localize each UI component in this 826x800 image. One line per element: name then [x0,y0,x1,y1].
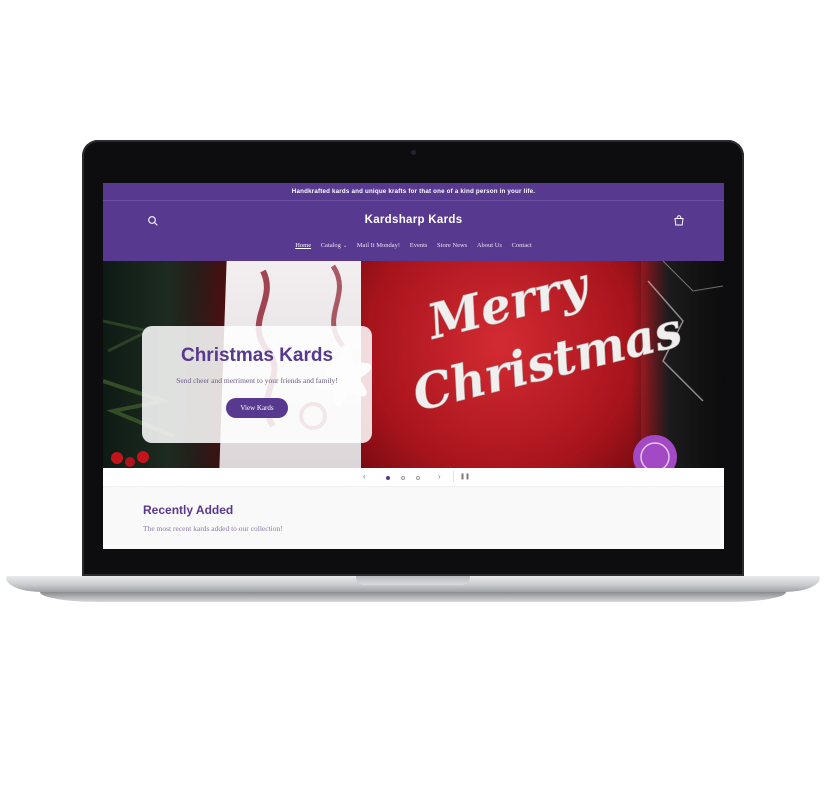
nav-item-store-news[interactable]: Store News [437,242,467,249]
slider-divider [453,471,454,482]
cart-button[interactable] [673,214,685,226]
recently-added-heading: Recently Added [143,503,234,517]
nav-item-contact[interactable]: Contact [512,242,532,249]
site-title[interactable]: Kardsharp Kards [103,214,724,226]
pause-icon[interactable]: ❚❚ [460,471,470,483]
cart-icon [674,215,684,226]
nav-item-mail-it-monday[interactable]: Mail It Monday! [357,242,400,249]
slider-controls: ‹ › ❚❚ [103,468,724,487]
announcement-bar: Handkrafted kards and unique krafts for … [103,183,724,201]
chevron-down-icon: ⌄ [342,244,348,249]
recently-added-subtext: The most recent kards added to our colle… [143,524,283,533]
chevron-left-icon[interactable]: ‹ [363,471,366,483]
laptop-notch [356,576,470,585]
view-kards-button[interactable]: View Kards [226,398,288,418]
announcement-text: Handkrafted kards and unique krafts for … [291,188,536,195]
laptop-screen: Handkrafted kards and unique krafts for … [103,183,724,549]
nav-item-catalog[interactable]: Catalog ⌄ [321,242,347,249]
nav-item-home[interactable]: Home [295,242,311,249]
site-header: Kardsharp Kards Home Catalog ⌄ Mail It Mo… [103,201,724,261]
hero-slideshow: Merry Christmas Christmas Kards Send che… [103,261,724,468]
nav-item-catalog-label: Catalog [320,242,341,249]
nav-item-events[interactable]: Events [410,242,428,249]
main-nav: Home Catalog ⌄ Mail It Monday! Events Sto… [103,242,724,249]
recently-added-section: Recently Added The most recent kards add… [103,487,724,549]
hero-subtext: Send cheer and merriment to your friends… [176,376,338,385]
hero-heading: Christmas Kards [180,345,334,366]
chevron-right-icon[interactable]: › [438,471,441,483]
slide-dot-3[interactable] [416,476,420,480]
camera-icon [411,150,416,155]
nav-item-about-us[interactable]: About Us [477,242,502,249]
slide-dot-1[interactable] [386,476,390,480]
slide-dot-2[interactable] [401,476,405,480]
laptop-base-shadow [40,592,786,602]
hero-content-box: Christmas Kards Send cheer and merriment… [142,326,372,443]
